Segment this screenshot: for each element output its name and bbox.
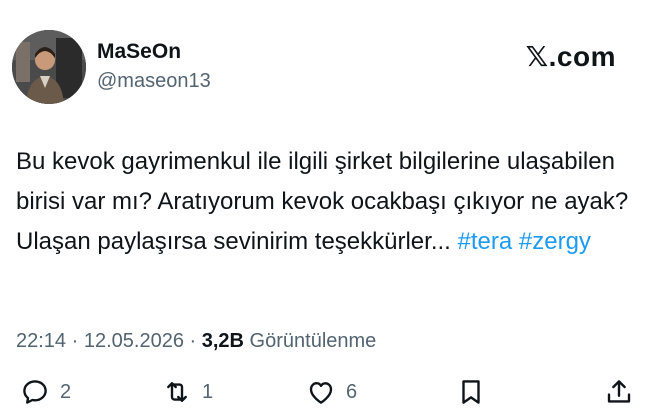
display-name[interactable]: MaSeOn — [97, 40, 211, 64]
user-handle[interactable]: @maseon13 — [97, 68, 211, 94]
share-icon — [607, 380, 631, 403]
retweet-count: 1 — [202, 380, 214, 403]
like-button[interactable]: 6 — [306, 372, 357, 412]
hashtag-link[interactable]: #tera — [458, 228, 513, 255]
user-info: MaSeOn @maseon13 — [97, 40, 211, 94]
views-label: Görüntülenme — [249, 330, 377, 352]
hashtag-link[interactable]: #zergy — [519, 228, 591, 255]
tweet-header: MaSeOn @maseon13 𝕏.com — [12, 30, 638, 106]
reply-count: 2 — [60, 380, 72, 403]
tweet-date[interactable]: 12.05.2026 — [84, 330, 184, 352]
like-count: 6 — [346, 380, 358, 403]
avatar[interactable] — [12, 30, 86, 104]
bookmark-icon — [462, 380, 480, 404]
tweet-time[interactable]: 22:14 — [16, 330, 66, 352]
x-brand-logo: 𝕏.com — [526, 40, 616, 73]
view-count: 3,2B — [201, 330, 244, 352]
retweet-icon — [167, 382, 187, 402]
brand-domain: .com — [548, 41, 616, 72]
retweet-button[interactable]: 1 — [162, 372, 213, 412]
bookmark-button[interactable] — [456, 372, 486, 412]
tweet-body: Bu kevok gayrimenkul ile ilgili şirket b… — [16, 142, 636, 262]
x-logo-icon: 𝕏 — [525, 40, 549, 73]
tweet-meta: 22:14 · 12.05.2026 · 3,2B Görüntülenme — [16, 330, 377, 352]
like-icon — [309, 382, 333, 404]
share-button[interactable] — [604, 372, 634, 412]
action-bar: 2 1 6 — [14, 372, 640, 416]
reply-button[interactable]: 2 — [20, 372, 71, 412]
reply-icon — [23, 380, 47, 404]
